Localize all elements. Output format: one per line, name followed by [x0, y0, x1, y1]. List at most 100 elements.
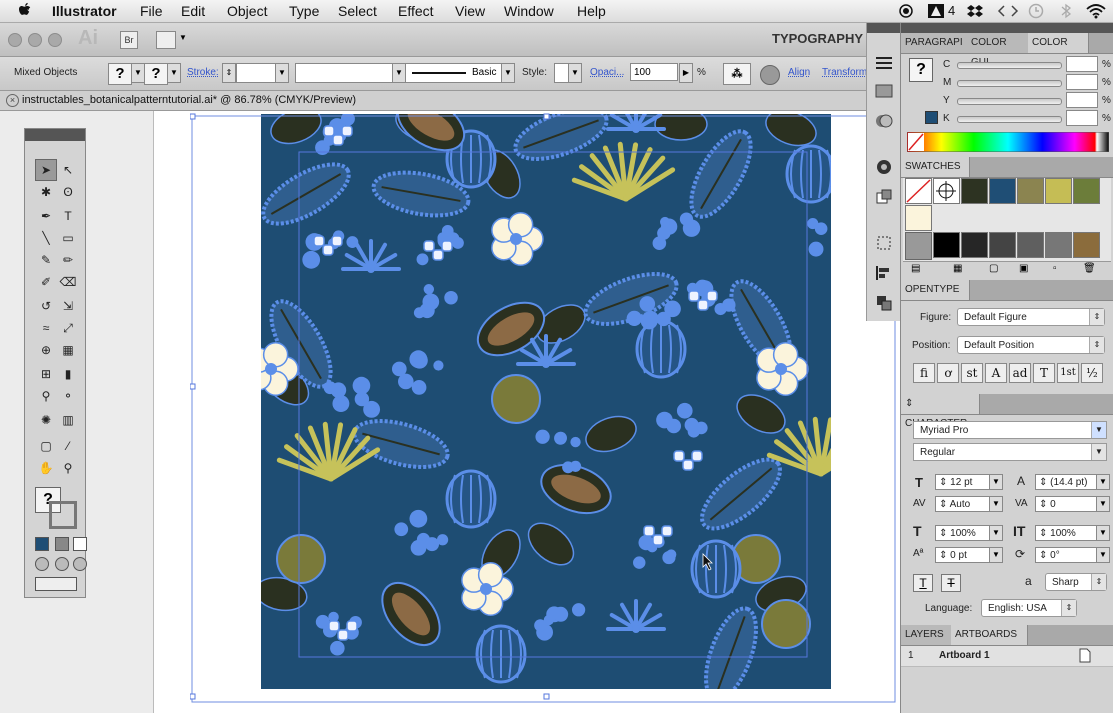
channel-y-input[interactable] — [1066, 92, 1098, 108]
adobe-icon[interactable] — [927, 3, 945, 19]
baseline-shift-input[interactable]: ⇕ 0 pt — [935, 547, 997, 563]
swatch-row3-4[interactable] — [1017, 232, 1044, 258]
tracking-dropdown[interactable]: ▼ — [1096, 496, 1110, 512]
menu-edit[interactable]: Edit — [181, 3, 205, 19]
opacity-dropdown[interactable]: ▶ — [679, 63, 693, 83]
draw-inside-icon[interactable] — [73, 557, 87, 571]
baseline-shift-dropdown[interactable]: ▼ — [989, 547, 1003, 563]
arrange-documents-button[interactable] — [156, 31, 176, 49]
rectangle-tool-icon[interactable]: ▭ — [57, 227, 79, 249]
swatch-row1-2[interactable] — [989, 178, 1016, 204]
font-size-input[interactable]: ⇕ 12 pt — [935, 474, 997, 490]
swatch-library-icon[interactable]: ▤ — [911, 263, 920, 274]
channel-c-slider[interactable] — [957, 62, 1062, 69]
bluetooth-icon[interactable] — [1060, 3, 1072, 19]
width-tool-icon[interactable]: ≈ — [35, 317, 57, 339]
swatch-row1-3[interactable] — [1017, 178, 1044, 204]
swatch-row3-2[interactable] — [961, 232, 988, 258]
delete-swatch-icon[interactable]: 🗑 — [1083, 263, 1096, 274]
draw-normal-icon[interactable] — [35, 557, 49, 571]
opacity-input[interactable]: 100 — [630, 63, 678, 81]
swatch-row3-6[interactable] — [1073, 232, 1100, 258]
font-family-select[interactable]: Myriad Pro ▼ — [913, 421, 1107, 439]
menu-lines-icon[interactable] — [874, 53, 894, 73]
gradient-panel-icon[interactable] — [874, 81, 894, 101]
hand-tool-icon[interactable]: ✋ — [35, 457, 57, 479]
swash-button[interactable]: A — [985, 363, 1007, 383]
color-fill-stroke-indicator[interactable]: ? — [909, 58, 933, 82]
gradient-mode-icon[interactable] — [55, 537, 69, 551]
swatch-row1-4[interactable] — [1045, 178, 1072, 204]
artboard-options-icon[interactable] — [1079, 648, 1091, 663]
swatch-kind-icon[interactable]: ▦ — [953, 263, 962, 274]
shape-builder-tool-icon[interactable]: ⊕ — [35, 339, 57, 361]
discretionary-ligatures-button[interactable]: st — [961, 363, 983, 383]
variable-width-dropdown[interactable]: ▼ — [392, 63, 406, 83]
apple-icon[interactable] — [18, 2, 32, 18]
line-segment-tool-icon[interactable]: ╲ — [35, 227, 57, 249]
tab-paragraph[interactable]: PARAGRAPI — [901, 33, 968, 53]
new-color-group-icon[interactable]: ▣ — [1019, 263, 1028, 274]
new-swatch-icon[interactable]: ▫ — [1053, 263, 1057, 274]
swatch-none[interactable] — [905, 178, 932, 204]
draw-behind-icon[interactable] — [55, 557, 69, 571]
artboard-row[interactable]: 1 Artboard 1 — [901, 646, 1113, 667]
menu-app-name[interactable]: Illustrator — [52, 3, 117, 19]
column-graph-tool-icon[interactable]: ▥ — [57, 409, 79, 431]
menu-file[interactable]: File — [140, 3, 163, 19]
tracking-input[interactable]: ⇕ 0 — [1035, 496, 1097, 512]
language-select[interactable]: English: USA ⇕ — [981, 599, 1077, 617]
dropbox-icon[interactable] — [966, 3, 984, 19]
zoom-window-button[interactable] — [48, 33, 62, 47]
free-transform-tool-icon[interactable]: ⤢ — [57, 317, 79, 339]
brush-select[interactable]: Basic — [405, 63, 503, 83]
type-tool-icon[interactable]: T — [57, 205, 79, 227]
paintbrush-tool-icon[interactable]: ✎ — [35, 249, 57, 271]
menu-help[interactable]: Help — [577, 3, 606, 19]
vertical-scale-dropdown[interactable]: ▼ — [989, 525, 1003, 541]
figure-select[interactable]: Default Figure ⇕ — [957, 308, 1105, 326]
eyedropper-tool-icon[interactable]: ⚲ — [35, 385, 57, 407]
select-similar-button[interactable]: ⁂ — [723, 63, 751, 85]
kerning-input[interactable]: ⇕ Auto — [935, 496, 997, 512]
swatch-row1-1[interactable] — [961, 178, 988, 204]
fill-dropdown[interactable]: ▼ — [131, 63, 145, 83]
channel-m-slider[interactable] — [957, 80, 1062, 87]
rotate-tool-icon[interactable]: ↺ — [35, 295, 57, 317]
tab-layers[interactable]: LAYERS — [901, 625, 952, 645]
position-select[interactable]: Default Position ⇕ — [957, 336, 1105, 354]
swatch-options-icon[interactable]: ▢ — [989, 263, 998, 274]
lasso-tool-icon[interactable]: ʘ — [57, 181, 79, 203]
stroke-weight-input[interactable] — [236, 63, 276, 83]
perspective-grid-tool-icon[interactable]: ▦ — [57, 339, 79, 361]
leading-dropdown[interactable]: ▼ — [1096, 474, 1110, 490]
stroke-indicator[interactable] — [49, 501, 77, 529]
workspace-switcher[interactable]: TYPOGRAPHY — [772, 31, 863, 46]
opacity-label[interactable]: Opaci... — [590, 67, 624, 78]
stroke-weight-stepper[interactable]: ⇕ — [222, 63, 236, 83]
arrange-dropdown-icon[interactable]: ▼ — [179, 33, 187, 42]
tab-opentype[interactable]: OPENTYPE — [901, 280, 970, 300]
channel-k-input[interactable] — [1066, 110, 1098, 126]
align-link[interactable]: Align — [788, 67, 810, 78]
ligatures-button[interactable]: ﬁ — [913, 363, 935, 383]
recolor-artwork-icon[interactable] — [760, 65, 780, 85]
artboard-tool-icon[interactable]: ▢ — [35, 435, 57, 457]
menu-select[interactable]: Select — [338, 3, 377, 19]
pencil-tool-icon[interactable]: ✏ — [57, 249, 79, 271]
eraser-tool-icon[interactable]: ⌫ — [57, 271, 79, 293]
screen-mode-icon[interactable] — [35, 577, 77, 591]
channel-c-input[interactable] — [1066, 56, 1098, 72]
contextual-alternates-button[interactable]: ơ — [937, 363, 959, 383]
blob-brush-tool-icon[interactable]: ✐ — [35, 271, 57, 293]
color-mode-icon[interactable] — [35, 537, 49, 551]
fill-color-button[interactable]: ? — [108, 63, 132, 85]
swatch-folder-icon[interactable] — [905, 232, 932, 260]
swatch-row3-1[interactable] — [933, 232, 960, 258]
menu-type[interactable]: Type — [289, 3, 319, 19]
stroke-dropdown[interactable]: ▼ — [167, 63, 181, 83]
channel-k-slider[interactable] — [957, 116, 1062, 123]
bridge-button[interactable]: Br — [120, 31, 138, 49]
tab-color[interactable]: COLOR — [1028, 33, 1089, 53]
menu-view[interactable]: View — [455, 3, 485, 19]
